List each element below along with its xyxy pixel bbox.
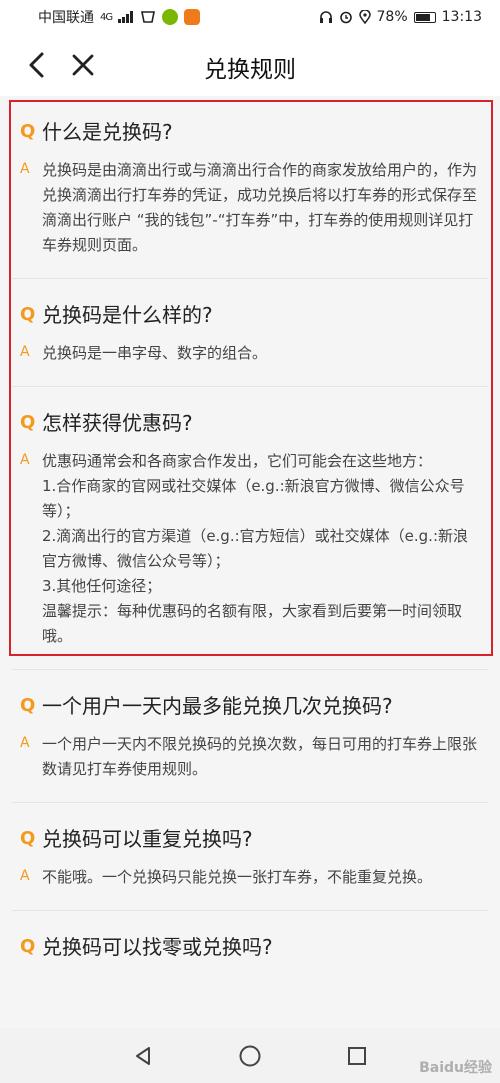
question-mark-label: Q xyxy=(20,412,36,433)
answer-mark-label: A xyxy=(20,735,30,751)
faq-answer: 优惠码通常会和各商家合作发出，它们可能会在这些地方： 1.合作商家的官网或社交媒… xyxy=(42,452,468,645)
status-bar: 中国联通 4G 78% 13:13 xyxy=(0,0,500,34)
nav-bar: 兑换规则 xyxy=(0,34,500,96)
question-mark-label: Q xyxy=(20,304,36,325)
faq-item: Q 什么是兑换码? A 兑换码是由滴滴出行或与滴滴出行合作的商家发放给用户的，作… xyxy=(12,96,488,279)
nav-recents-square-icon[interactable] xyxy=(346,1045,368,1067)
faq-question: 兑换码可以重复兑换吗? xyxy=(42,827,253,851)
nav-home-circle-icon[interactable] xyxy=(238,1044,262,1068)
answer-mark-label: A xyxy=(20,344,30,360)
location-icon xyxy=(358,10,371,24)
alarm-icon xyxy=(339,11,352,24)
faq-list[interactable]: Q 什么是兑换码? A 兑换码是由滴滴出行或与滴滴出行合作的商家发放给用户的，作… xyxy=(0,96,500,1028)
page-title: 兑换规则 xyxy=(204,57,296,83)
faq-question: 什么是兑换码? xyxy=(42,120,173,144)
faq-question: 怎样获得优惠码? xyxy=(42,411,193,435)
nav-back-triangle-icon[interactable] xyxy=(132,1045,154,1067)
faq-question: 兑换码是什么样的? xyxy=(42,303,213,327)
battery-icon xyxy=(413,11,436,23)
cup-icon xyxy=(141,11,156,23)
faq-item: Q 一个用户一天内最多能兑换几次兑换码? A 一个用户一天内不限兑换码的兑换次数… xyxy=(12,670,488,803)
faq-question: 兑换码可以找零或兑换吗? xyxy=(42,935,273,959)
app-notification-icon xyxy=(162,9,179,25)
faq-item: Q 兑换码是什么样的? A 兑换码是一串字母、数字的组合。 xyxy=(12,279,488,387)
faq-answer: 兑换码是一串字母、数字的组合。 xyxy=(42,344,268,362)
question-mark-label: Q xyxy=(20,936,36,957)
signal-icon xyxy=(118,11,134,23)
battery-percent: 78% xyxy=(376,9,408,25)
faq-question: 一个用户一天内最多能兑换几次兑换码? xyxy=(42,694,393,718)
clock: 13:13 xyxy=(441,9,482,25)
question-mark-label: Q xyxy=(20,828,36,849)
video-app-icon xyxy=(184,9,201,25)
faq-answer: 一个用户一天内不限兑换码的兑换次数，每日可用的打车券上限张数请见打车券使用规则。 xyxy=(42,735,478,778)
answer-mark-label: A xyxy=(20,452,30,468)
faq-answer: 兑换码是由滴滴出行或与滴滴出行合作的商家发放给用户的，作为兑换滴滴出行打车券的凭… xyxy=(42,161,478,254)
watermark-logo: Baidu经验 xyxy=(419,1060,492,1076)
faq-answer: 不能哦。一个兑换码只能兑换一张打车券，不能重复兑换。 xyxy=(42,868,433,886)
answer-mark-label: A xyxy=(20,868,30,884)
question-mark-label: Q xyxy=(20,695,36,716)
headset-icon xyxy=(319,11,332,23)
faq-item: Q 兑换码可以重复兑换吗? A 不能哦。一个兑换码只能兑换一张打车券，不能重复兑… xyxy=(12,803,488,911)
carrier-label: 中国联通 xyxy=(38,10,94,26)
faq-item: Q 兑换码可以找零或兑换吗? xyxy=(12,911,488,996)
network-type: 4G xyxy=(100,11,113,23)
question-mark-label: Q xyxy=(20,121,36,142)
answer-mark-label: A xyxy=(20,161,30,177)
faq-item: Q 怎样获得优惠码? A 优惠码通常会和各商家合作发出，它们可能会在这些地方： … xyxy=(12,387,488,670)
